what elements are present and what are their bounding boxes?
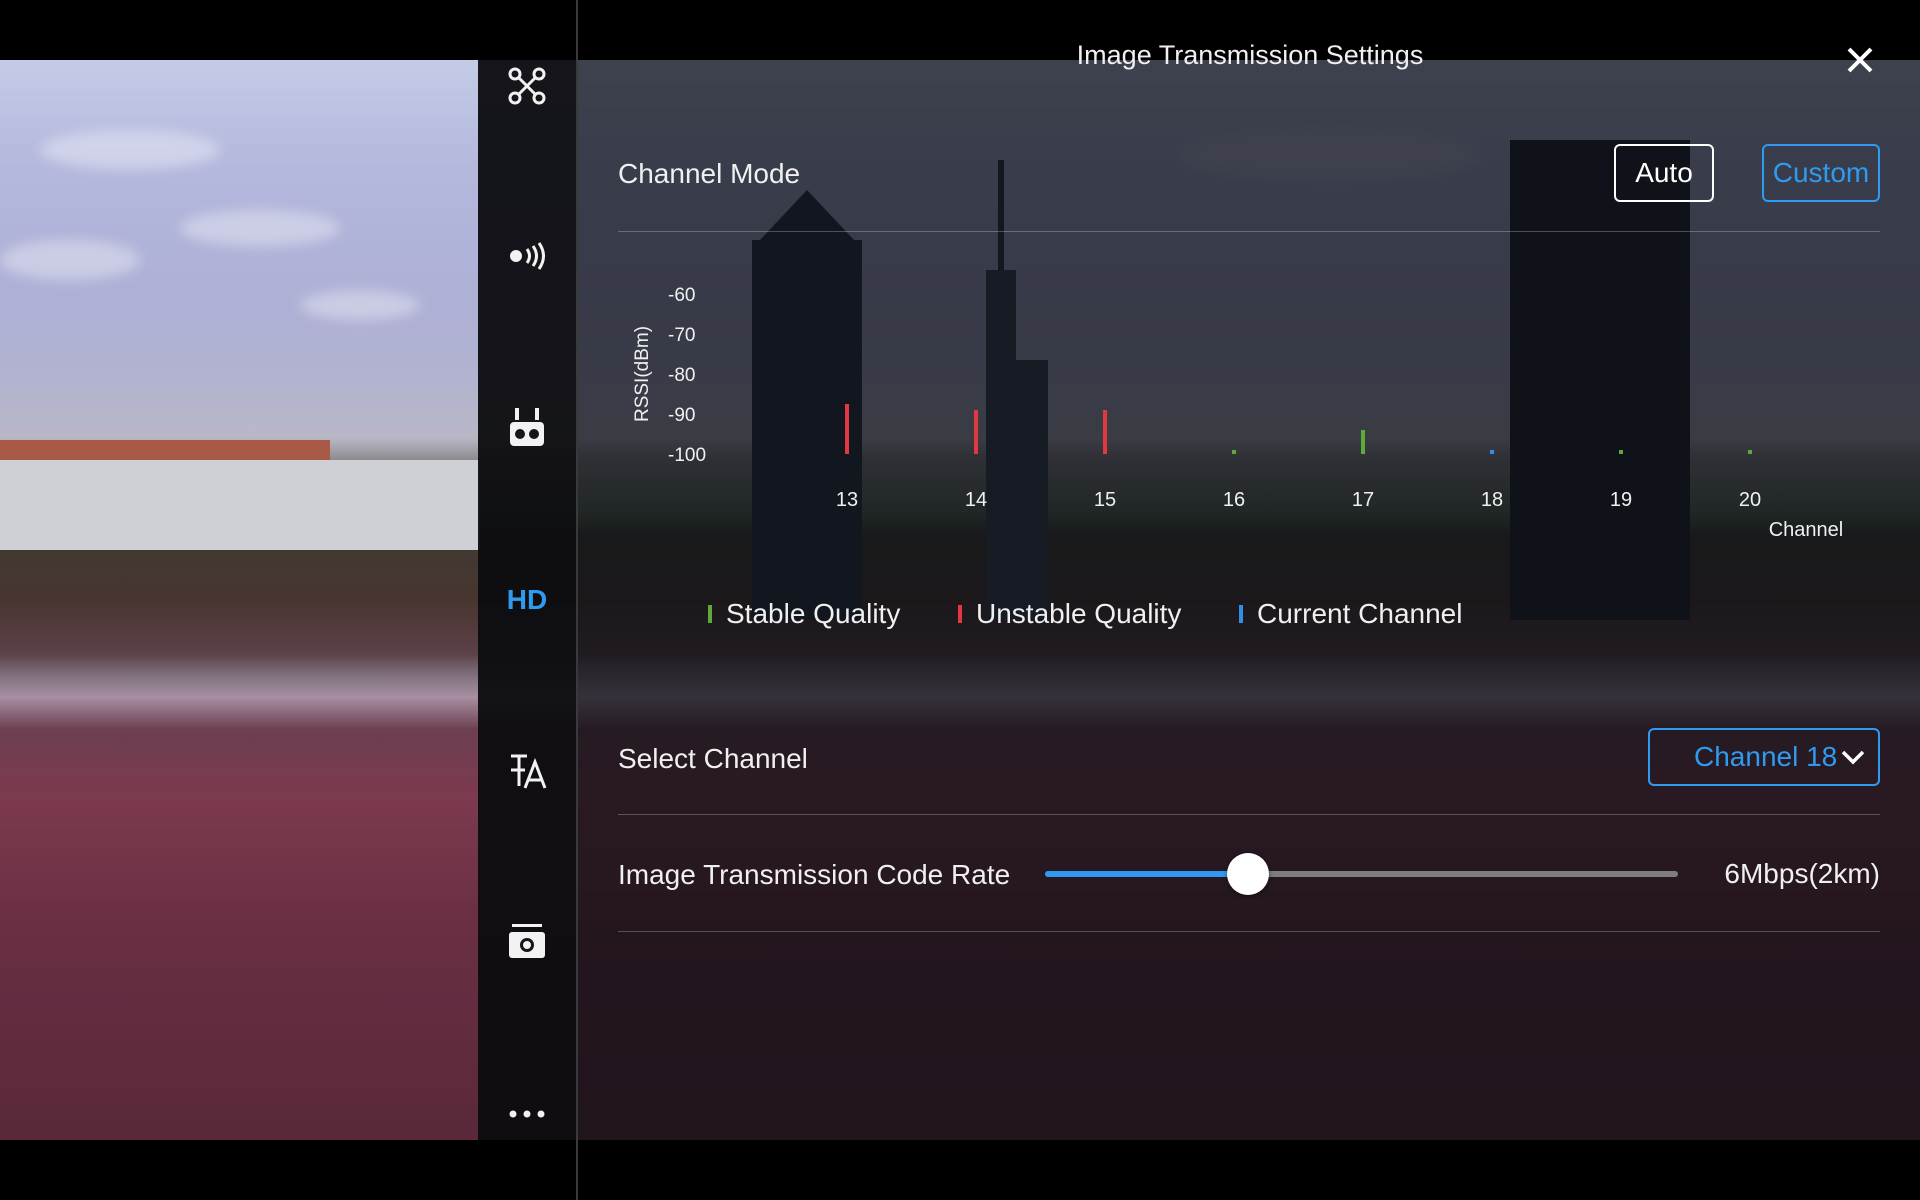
signal-waves-icon bbox=[510, 242, 545, 270]
channel-bar bbox=[1490, 450, 1494, 454]
legend-unstable-label: Unstable Quality bbox=[976, 598, 1182, 629]
hd-label: HD bbox=[506, 584, 548, 615]
sidebar-item-aircraft[interactable] bbox=[478, 56, 576, 116]
x-tick-label: 20 bbox=[1739, 489, 1761, 511]
code-rate-value: 6Mbps(2km) bbox=[1724, 858, 1880, 889]
channel-dropdown[interactable]: Channel 18 bbox=[1648, 728, 1880, 786]
x-tick-label: 13 bbox=[836, 489, 858, 511]
more-dots-icon bbox=[509, 1110, 545, 1118]
divider-line bbox=[618, 231, 1880, 232]
code-rate-slider-thumb[interactable] bbox=[1226, 853, 1269, 895]
remote-controller-icon bbox=[510, 408, 544, 446]
sidebar-item-signal[interactable] bbox=[478, 226, 576, 286]
sidebar-divider bbox=[576, 0, 578, 1200]
sidebar-item-hd[interactable]: HD bbox=[478, 570, 576, 630]
x-axis-label: Channel bbox=[1769, 519, 1844, 541]
custom-mode-button[interactable]: Custom bbox=[1762, 144, 1880, 202]
channel-bar bbox=[1232, 450, 1236, 454]
sidebar-item-translate[interactable] bbox=[478, 742, 576, 802]
channel-bar bbox=[1103, 410, 1107, 454]
y-tick-label: -60 bbox=[668, 285, 695, 306]
legend-unstable-swatch bbox=[958, 605, 962, 623]
channel-bar bbox=[1619, 450, 1623, 454]
y-tick-label: -100 bbox=[668, 445, 706, 466]
drone-icon bbox=[508, 67, 546, 105]
settings-panel-overlay bbox=[478, 60, 1920, 1140]
x-tick-label: 15 bbox=[1094, 489, 1116, 511]
x-tick-label: 17 bbox=[1352, 489, 1374, 511]
legend-current-label: Current Channel bbox=[1257, 598, 1463, 629]
y-tick-label: -70 bbox=[668, 325, 695, 346]
legend-current-swatch bbox=[1239, 605, 1243, 623]
select-channel-label: Select Channel bbox=[618, 743, 808, 774]
chevron-down-icon bbox=[1841, 750, 1865, 765]
channel-bar bbox=[845, 404, 849, 454]
sidebar-item-camera[interactable] bbox=[478, 912, 576, 972]
channel-bar bbox=[1748, 450, 1752, 454]
page-title: Image Transmission Settings bbox=[1076, 40, 1424, 70]
sidebar-item-more[interactable] bbox=[478, 1084, 576, 1144]
close-button[interactable] bbox=[1838, 38, 1882, 82]
channel-dropdown-value: Channel 18 bbox=[1694, 741, 1838, 772]
y-tick-label: -80 bbox=[668, 365, 695, 386]
channel-bar bbox=[1361, 430, 1365, 454]
rssi-chart: RSSI(dBm) -60 -70 -80 -90 -100 13 14 15 16 17 18 19 2… bbox=[618, 260, 1880, 550]
x-tick-label: 14 bbox=[965, 489, 987, 511]
top-bar bbox=[0, 0, 1920, 60]
legend-stable-swatch bbox=[708, 605, 712, 623]
legend-stable: Stable Quality bbox=[708, 598, 900, 630]
y-axis-label: RSSI(dBm) bbox=[632, 326, 653, 422]
legend-unstable: Unstable Quality bbox=[958, 598, 1181, 630]
camera-icon bbox=[509, 924, 545, 958]
divider-line bbox=[618, 814, 1880, 815]
x-tick-label: 19 bbox=[1610, 489, 1632, 511]
translate-icon bbox=[511, 754, 547, 789]
bottom-bar bbox=[0, 1140, 1920, 1200]
code-rate-slider-fill bbox=[1045, 871, 1248, 877]
auto-mode-button[interactable]: Auto bbox=[1614, 144, 1714, 202]
channel-mode-label: Channel Mode bbox=[618, 158, 801, 189]
code-rate-label: Image Transmission Code Rate bbox=[618, 859, 1011, 890]
y-tick-label: -90 bbox=[668, 405, 695, 426]
divider-line bbox=[618, 931, 1880, 932]
code-rate-slider[interactable] bbox=[1045, 853, 1678, 895]
channel-bar bbox=[974, 410, 978, 454]
close-icon bbox=[1847, 47, 1873, 73]
x-tick-label: 18 bbox=[1481, 489, 1503, 511]
legend-current: Current Channel bbox=[1239, 598, 1462, 630]
sidebar-item-remote-controller[interactable] bbox=[478, 398, 576, 458]
x-tick-label: 16 bbox=[1223, 489, 1245, 511]
legend-stable-label: Stable Quality bbox=[726, 598, 901, 629]
